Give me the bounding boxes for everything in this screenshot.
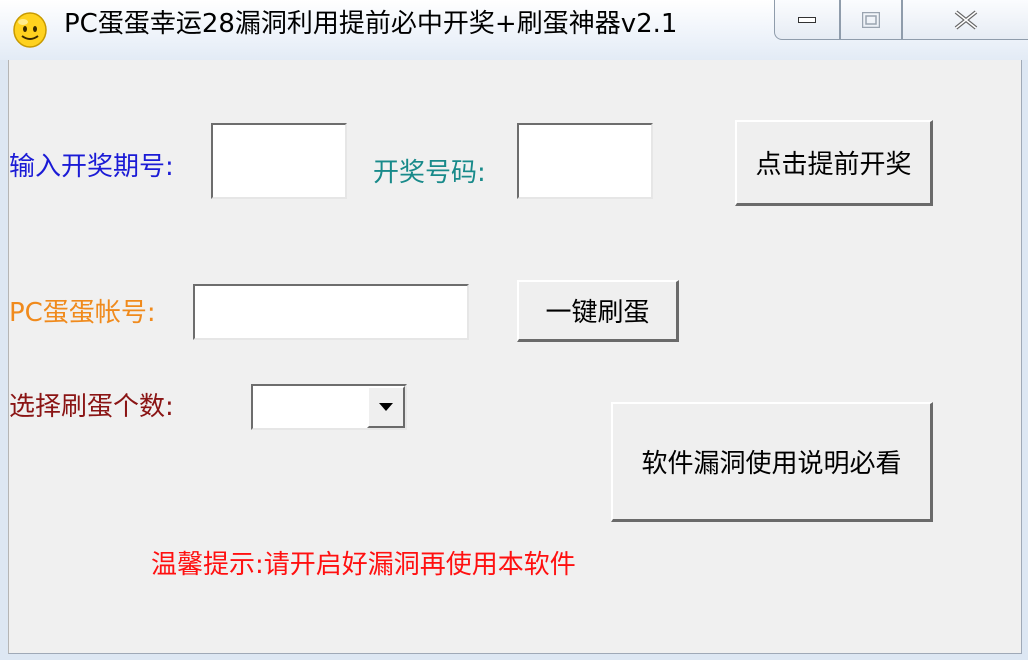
manual-button[interactable]: 软件漏洞使用说明必看 [611, 402, 933, 522]
period-label: 输入开奖期号: [9, 152, 174, 182]
close-icon [954, 9, 977, 30]
window-title: PC蛋蛋幸运28漏洞利用提前必中开奖+刷蛋神器v2.1 [64, 9, 678, 39]
tip-text: 温馨提示:请开启好漏洞再使用本软件 [151, 550, 576, 580]
count-label: 选择刷蛋个数: [9, 392, 174, 422]
window-frame-bottom [0, 654, 1028, 660]
period-input[interactable] [211, 123, 347, 199]
count-select[interactable] [251, 384, 407, 430]
account-label: PC蛋蛋帐号: [9, 298, 156, 328]
draw-button[interactable]: 点击提前开奖 [735, 120, 933, 206]
number-label: 开奖号码: [373, 158, 486, 188]
account-input[interactable] [193, 284, 469, 340]
maximize-icon [862, 11, 880, 28]
minimize-button[interactable] [774, 0, 840, 40]
refill-button[interactable]: 一键刷蛋 [517, 280, 679, 342]
client-area: 输入开奖期号: 开奖号码: 点击提前开奖 PC蛋蛋帐号: 一键刷蛋 选择刷蛋个数… [8, 60, 1022, 654]
number-input[interactable] [517, 123, 653, 199]
dropdown-button[interactable] [367, 386, 405, 428]
chevron-down-icon [379, 403, 393, 411]
smiley-face-icon [12, 10, 48, 48]
close-button[interactable] [902, 0, 1028, 40]
window-frame-left [0, 60, 8, 660]
maximize-button[interactable] [840, 0, 902, 40]
minimize-icon [798, 16, 816, 23]
window-frame-right [1022, 60, 1028, 660]
